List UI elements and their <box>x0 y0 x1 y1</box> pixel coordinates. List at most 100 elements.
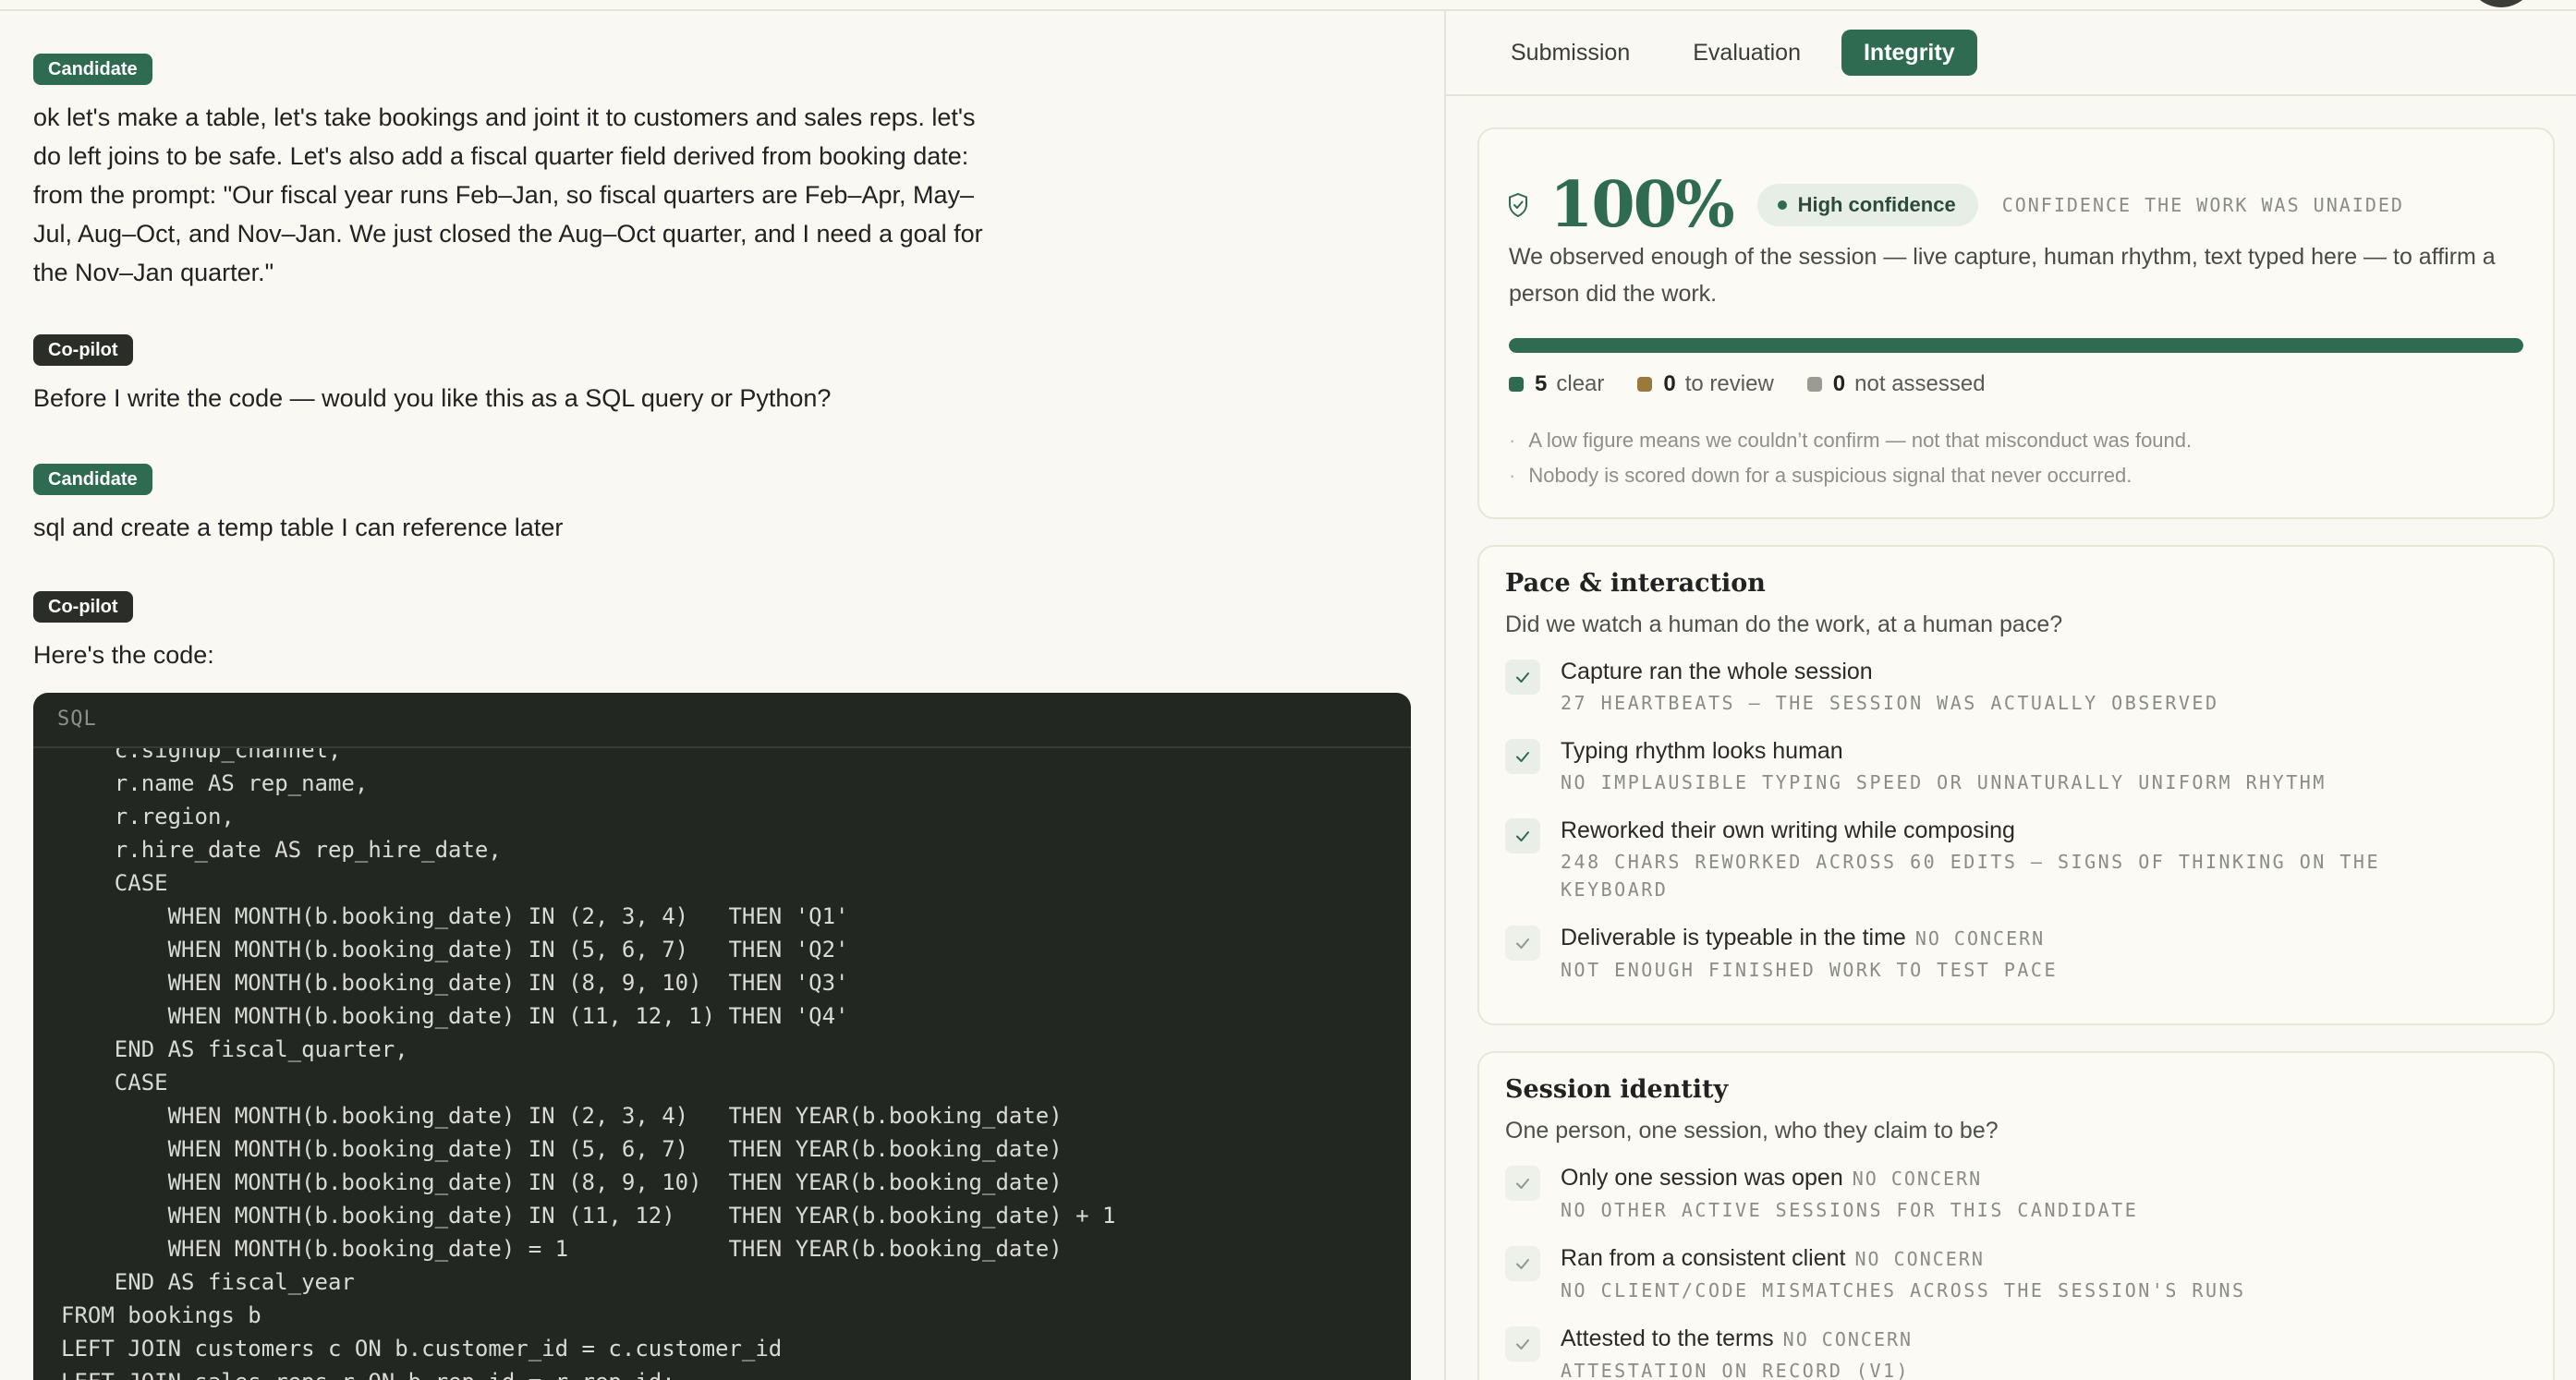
code-line: WHEN MONTH(b.booking_date) IN (5, 6, 7) … <box>61 1136 1063 1162</box>
integrity-panel: Submission Evaluation Integrity 100% Hig… <box>1446 11 2576 1380</box>
chat-message: Co-pilot Before I write the code — would… <box>33 334 1411 418</box>
tab-submission[interactable]: Submission <box>1488 30 1652 76</box>
check-list: Only one session was open NO CONCERN NO O… <box>1505 1162 2521 1380</box>
legend-label: to review <box>1684 371 1774 396</box>
code-line: WHEN MONTH(b.booking_date) IN (8, 9, 10)… <box>61 1169 1063 1195</box>
check-title: Deliverable is typeable in the time <box>1561 925 1906 950</box>
check-title: Capture ran the whole session <box>1561 659 1873 684</box>
status-dot <box>1777 200 1787 210</box>
code-line: r.hire_date AS rep_hire_date, <box>61 837 502 863</box>
confidence-description: We observed enough of the session — live… <box>1509 244 2496 307</box>
code-line: WHEN MONTH(b.booking_date) IN (2, 3, 4) … <box>61 1103 1063 1129</box>
status-tag: NO CONCERN <box>1914 927 2046 950</box>
check-detail: ATTESTATION ON RECORD (V1) <box>1561 1360 1911 1380</box>
check-item: Deliverable is typeable in the time NO CO… <box>1505 922 2521 984</box>
code-line: FROM bookings b <box>61 1302 261 1328</box>
check-title: Ran from a consistent client <box>1561 1245 1846 1271</box>
code-line: c.signup_channel, <box>61 748 342 763</box>
status-tag: NO CONCERN <box>1852 1168 1983 1190</box>
code-line: WHEN MONTH(b.booking_date) IN (11, 12) T… <box>61 1203 1116 1229</box>
note-item: · Nobody is scored down for a suspicious … <box>1509 464 2132 487</box>
check-detail: NO IMPLAUSIBLE TYPING SPEED OR UNNATURAL… <box>1561 771 2327 793</box>
tab-integrity[interactable]: Integrity <box>1841 30 1977 76</box>
card-title: Pace & interaction <box>1505 569 1766 598</box>
tab-evaluation[interactable]: Evaluation <box>1671 30 1823 76</box>
legend-label: not assessed <box>1854 371 1986 396</box>
status-tag: NO CONCERN <box>1782 1328 1914 1350</box>
check-title: Attested to the terms <box>1561 1326 1774 1351</box>
status-tag: NO CONCERN <box>1854 1248 1985 1270</box>
pace-card: Pace & interaction Did we watch a human … <box>1477 545 2555 1025</box>
check-icon <box>1505 818 1540 853</box>
note-text: Nobody is scored down for a suspicious s… <box>1528 464 2132 487</box>
legend-swatch <box>1806 377 1822 392</box>
code-block[interactable]: SQL c.signup_channel, r.name AS rep_name… <box>33 693 1411 1380</box>
check-detail: NOT ENOUGH FINISHED WORK TO TEST PACE <box>1561 959 2059 981</box>
code-line: WHEN MONTH(b.booking_date) IN (2, 3, 4) … <box>61 903 849 929</box>
code-line: WHEN MONTH(b.booking_date) IN (8, 9, 10)… <box>61 970 849 996</box>
code-line: r.name AS rep_name, <box>61 770 369 796</box>
code-line: WHEN MONTH(b.booking_date) IN (5, 6, 7) … <box>61 937 849 962</box>
check-item: Attested to the terms NO CONCERN ATTESTAT… <box>1505 1323 2521 1380</box>
legend-clear: 5 clear <box>1509 371 1604 397</box>
legend-label: clear <box>1556 371 1605 396</box>
legend-swatch <box>1509 377 1524 392</box>
top-bar <box>0 0 2576 11</box>
check-title: Reworked their own writing while composi… <box>1561 817 2015 843</box>
legend-count: 0 <box>1663 371 1676 396</box>
card-title: Session identity <box>1505 1075 1729 1104</box>
check-item: Ran from a consistent client NO CONCERN N… <box>1505 1242 2521 1304</box>
message-text: Before I write the code — would you like… <box>33 384 832 412</box>
code-line: END AS fiscal_year <box>61 1269 355 1295</box>
legend-count: 0 <box>1832 371 1846 396</box>
card-subtitle: One person, one session, who they claim … <box>1505 1118 1999 1144</box>
chat-transcript: Candidate ok let's make a table, let's t… <box>0 11 1444 1380</box>
confidence-pill: High confidence <box>1756 184 1978 226</box>
confidence-card: 100% High confidence CONFIDENCE THE WORK… <box>1477 127 2555 519</box>
chat-message: Candidate ok let's make a table, let's t… <box>33 54 1411 292</box>
signal-legend: 5 clear 0 to review 0 not assessed <box>1509 371 1986 397</box>
role-badge: Co-pilot <box>33 334 133 366</box>
tab-bar: Submission Evaluation Integrity <box>1446 11 2576 96</box>
legend-count: 5 <box>1535 371 1548 396</box>
check-item: Typing rhythm looks human NO IMPLAUSIBLE… <box>1505 735 2521 796</box>
check-title: Only one session was open <box>1561 1165 1843 1191</box>
check-item: Only one session was open NO CONCERN NO O… <box>1505 1162 2521 1224</box>
code-line: LEFT JOIN customers c ON b.customer_id =… <box>61 1336 783 1362</box>
confidence-notes: · A low figure means we couldn’t confirm … <box>1509 423 2192 493</box>
confidence-pill-label: High confidence <box>1797 193 1956 216</box>
legend-to-review: 0 to review <box>1637 371 1774 397</box>
check-icon <box>1505 1326 1540 1362</box>
confidence-percent: 100% <box>1549 168 1735 242</box>
legend-swatch <box>1637 377 1653 392</box>
identity-card: Session identity One person, one session… <box>1477 1051 2555 1380</box>
check-detail: 27 HEARTBEATS — THE SESSION WAS ACTUALLY… <box>1561 692 2219 714</box>
progress-fill <box>1509 338 2523 353</box>
note-item: · A low figure means we couldn’t confirm … <box>1509 429 2193 452</box>
code-line: END AS fiscal_quarter, <box>61 1036 408 1062</box>
card-subtitle: Did we watch a human do the work, at a h… <box>1505 611 2063 637</box>
code-line: r.region, <box>61 804 235 829</box>
message-text: ok let's make a table, let's take bookin… <box>33 103 983 286</box>
check-detail: NO OTHER ACTIVE SESSIONS FOR THIS CANDID… <box>1561 1199 2139 1221</box>
shield-icon <box>1509 192 1527 218</box>
role-badge: Candidate <box>33 54 152 85</box>
message-text: sql and create a temp table I can refere… <box>33 514 564 541</box>
code-line: WHEN MONTH(b.booking_date) = 1 THEN YEAR… <box>61 1236 1063 1262</box>
check-icon <box>1505 1166 1540 1201</box>
chat-message: Co-pilot Here's the code: <box>33 591 1411 674</box>
confidence-caption: CONFIDENCE THE WORK WAS UNAIDED <box>2001 194 2404 216</box>
check-icon <box>1505 739 1540 774</box>
check-item: Capture ran the whole session 27 HEARTBE… <box>1505 656 2521 717</box>
message-text: Here's the code: <box>33 641 214 669</box>
code-line: LEFT JOIN sales_reps r ON b.rep_id = r.r… <box>61 1365 1116 1380</box>
code-body[interactable]: c.signup_channel, r.name AS rep_name, r.… <box>33 748 1411 1380</box>
code-line: CASE <box>61 1070 168 1096</box>
check-icon <box>1505 660 1540 695</box>
role-badge: Co-pilot <box>33 591 133 623</box>
legend-not-assessed: 0 not assessed <box>1806 371 1986 397</box>
code-line: CASE <box>61 870 168 896</box>
check-detail: NO CLIENT/CODE MISMATCHES ACROSS THE SES… <box>1561 1279 2246 1301</box>
check-icon <box>1505 1246 1540 1281</box>
check-item: Reworked their own writing while composi… <box>1505 815 2521 903</box>
